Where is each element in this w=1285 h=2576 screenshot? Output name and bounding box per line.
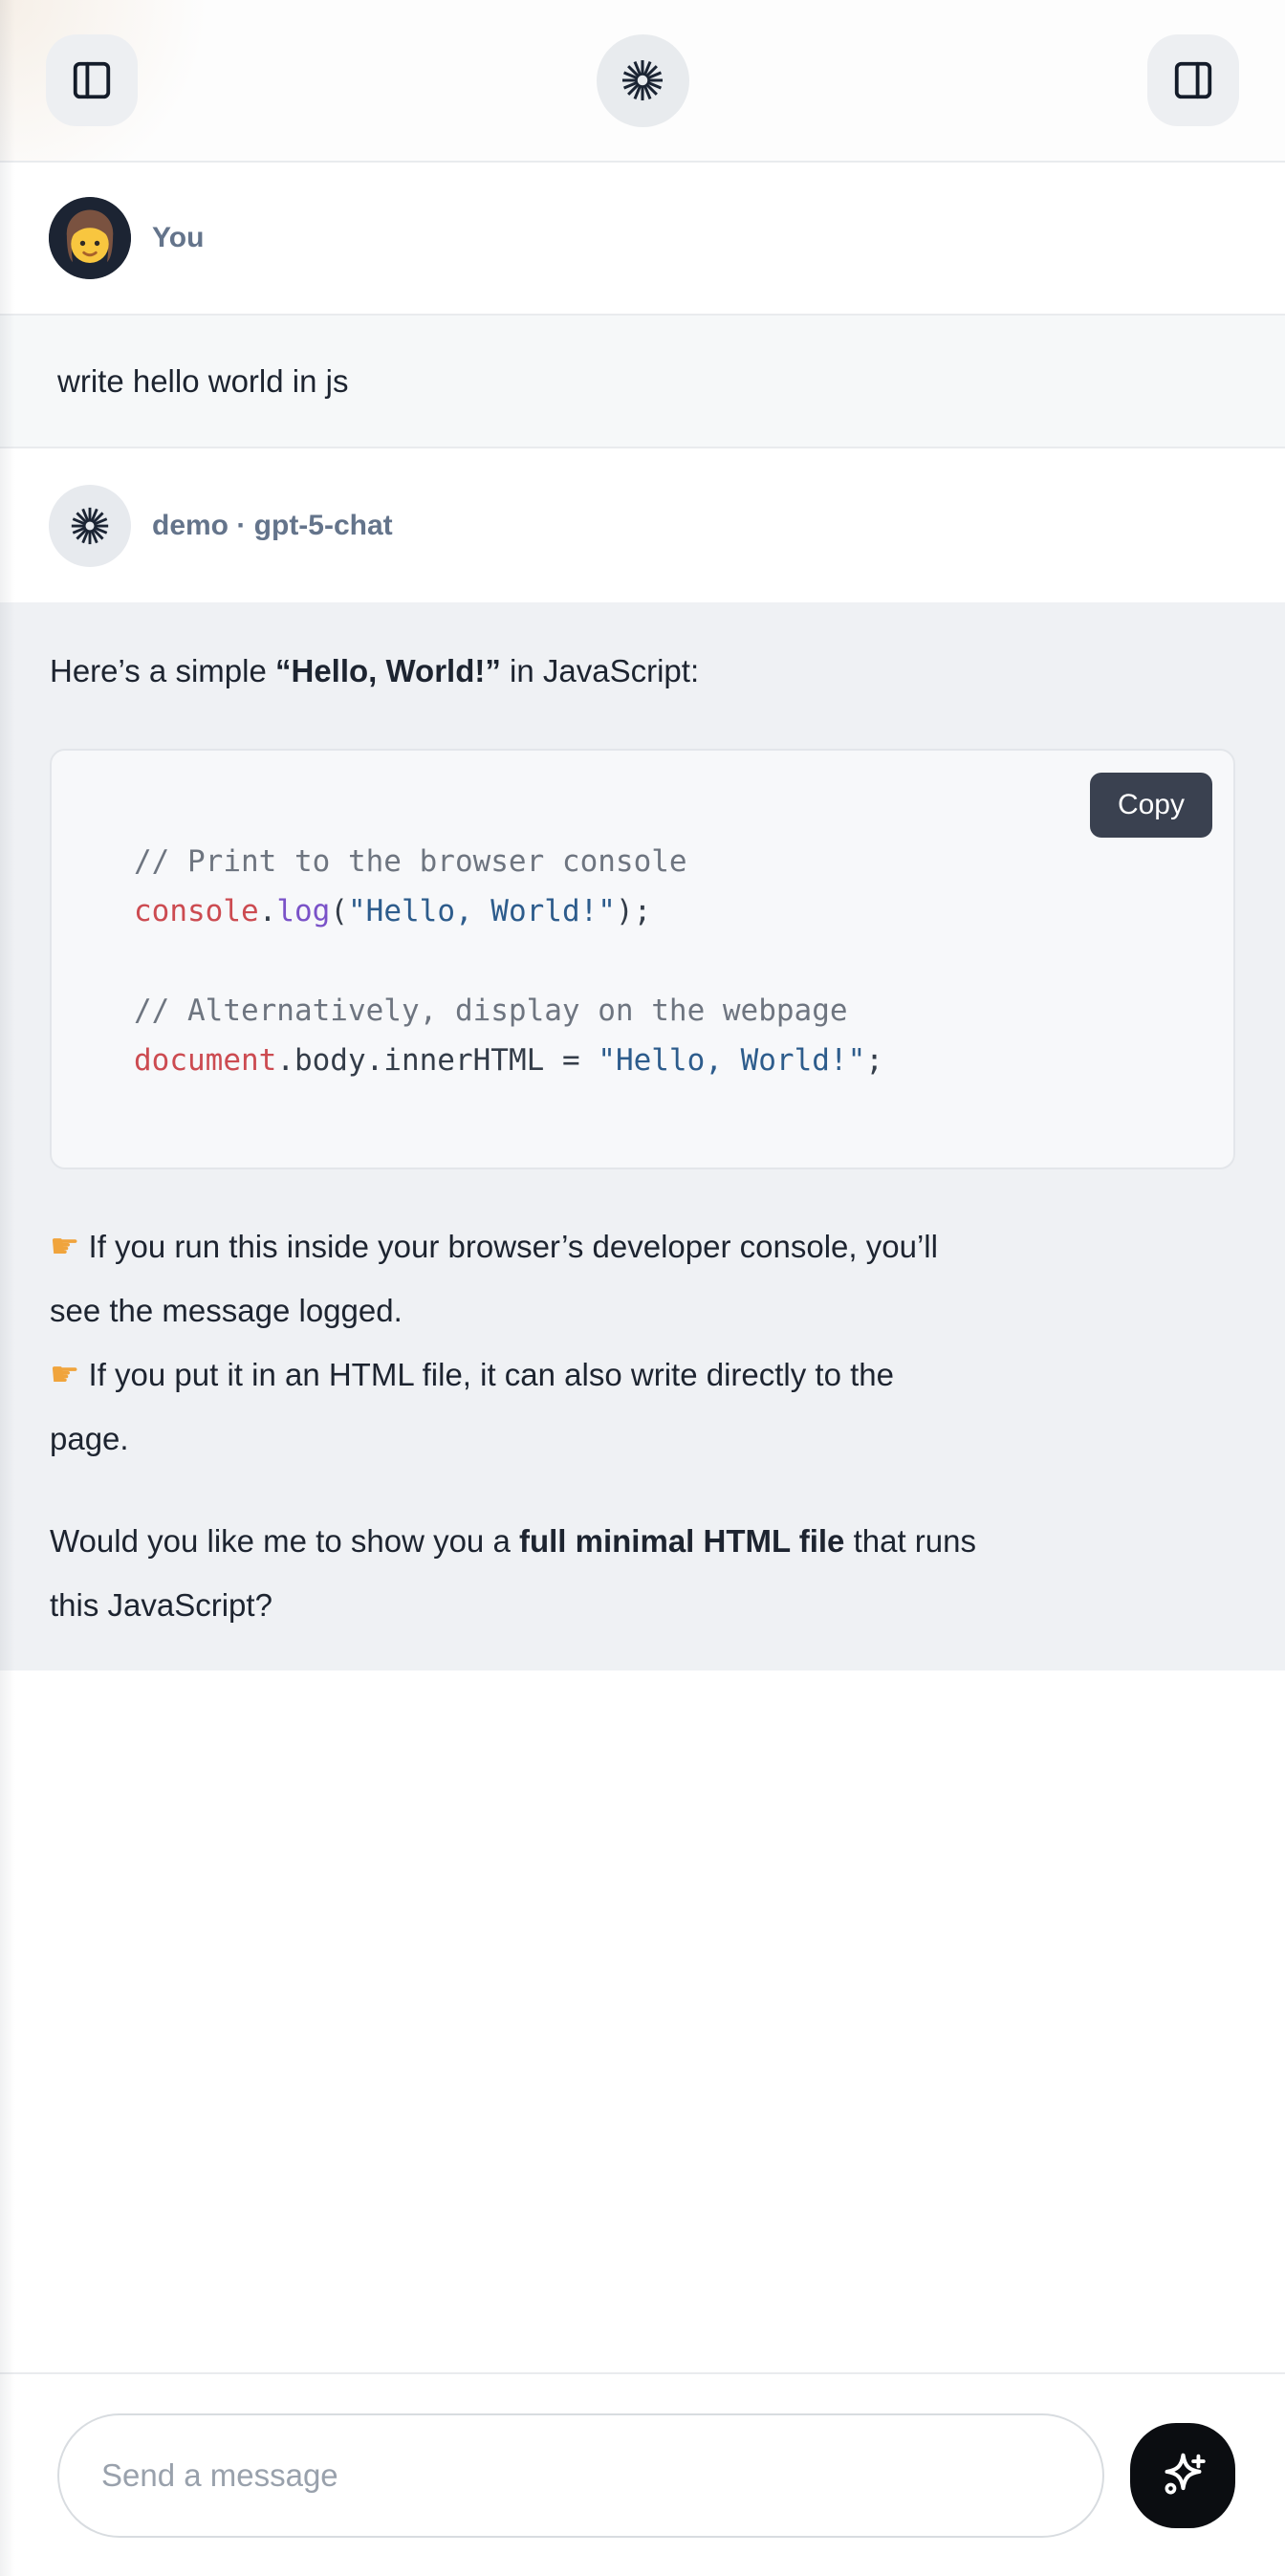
panel-right-icon [1171, 58, 1215, 102]
send-button[interactable] [1130, 2423, 1235, 2528]
user-author-row: You [0, 163, 1285, 314]
user-message-text: write hello world in js [57, 363, 348, 400]
copy-button[interactable]: Copy [1090, 773, 1212, 838]
composer [0, 2372, 1285, 2576]
panel-left-icon [70, 58, 114, 102]
starburst-icon [68, 504, 112, 548]
user-message: write hello world in js [0, 314, 1285, 448]
starburst-icon [618, 55, 667, 105]
chat-empty-space [0, 1670, 1285, 2372]
assistant-message: Here’s a simple “Hello, World!” in JavaS… [0, 602, 1285, 1670]
chat-thread: You write hello world in js [0, 163, 1285, 2372]
user-author-label: You [152, 222, 204, 254]
assistant-paragraph-followup: Would you like me to show you a full min… [50, 1509, 1235, 1637]
user-avatar [49, 197, 131, 279]
assistant-author-label: demo · gpt-5-chat [152, 510, 393, 542]
message-input[interactable] [57, 2413, 1104, 2538]
pointing-right-icon: ☛ [50, 1356, 79, 1393]
person-icon [49, 197, 131, 279]
right-panel-toggle-button[interactable] [1147, 34, 1239, 126]
app-header [0, 0, 1285, 163]
sidebar-toggle-button[interactable] [46, 34, 138, 126]
assistant-avatar [49, 485, 131, 567]
code-block: Copy // Print to the browser console con… [50, 749, 1235, 1169]
app-logo-button[interactable] [597, 34, 689, 127]
assistant-intro: Here’s a simple “Hello, World!” in JavaS… [50, 650, 1235, 692]
pointing-right-icon: ☛ [50, 1228, 79, 1265]
code-content: // Print to the browser console console.… [134, 837, 1195, 1085]
sparkles-icon [1155, 2448, 1210, 2503]
assistant-author-row: demo · gpt-5-chat [0, 448, 1285, 602]
assistant-paragraph-tips: ☛ If you run this inside your browser’s … [50, 1214, 1235, 1471]
